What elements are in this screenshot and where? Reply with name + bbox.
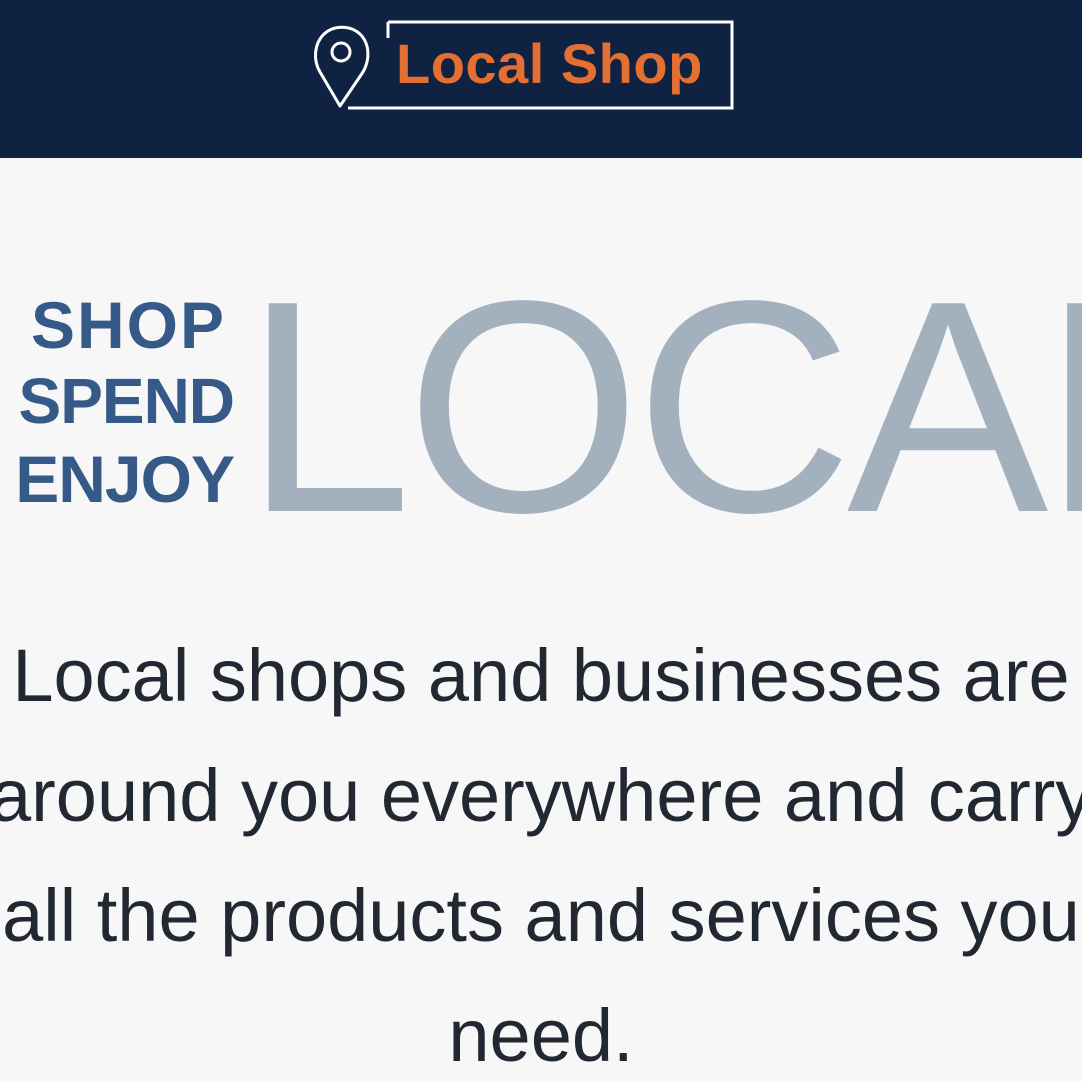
- description-line: all the products and services you: [2, 874, 1080, 957]
- logo-text: Local Shop: [396, 32, 703, 95]
- tagline-enjoy: ENJOY: [15, 446, 234, 512]
- headline-local: LOCAL: [244, 238, 1082, 575]
- description-line: need.: [448, 994, 634, 1077]
- tagline-shop: SHOP: [30, 292, 226, 358]
- description-text: Local shops and businesses are around yo…: [0, 616, 1082, 1082]
- site-header: Local Shop: [0, 0, 1082, 158]
- tagline-spend: SPEND: [18, 369, 235, 433]
- site-logo-link[interactable]: Local Shop: [310, 20, 734, 110]
- main-content: SHOP SPEND ENJOY LOCAL Local shops and b…: [0, 158, 1082, 1082]
- location-pin-icon: [314, 25, 370, 108]
- description-line: around you everywhere and carry: [0, 754, 1082, 837]
- description-line: Local shops and businesses are: [12, 634, 1070, 717]
